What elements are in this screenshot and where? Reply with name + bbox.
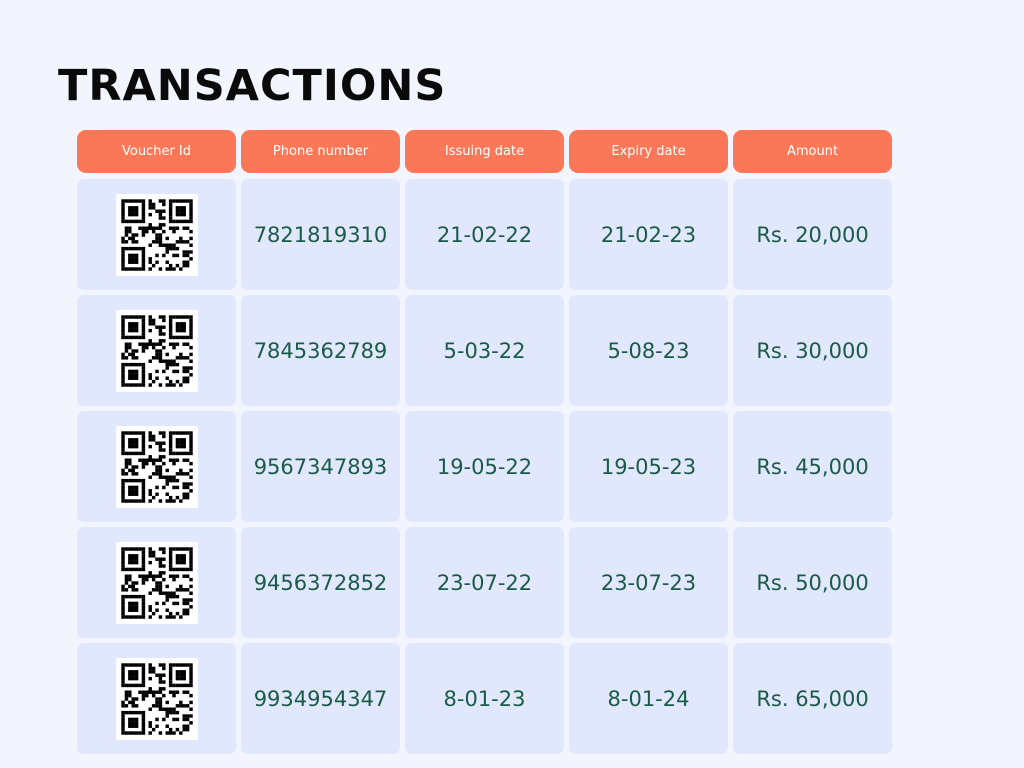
voucher-cell [77,411,236,522]
amount-cell: Rs. 20,000 [733,179,892,290]
header-issuing-date: Issuing date [405,130,564,173]
qr-code-icon[interactable] [115,657,198,740]
issuing-date-cell: 5-03-22 [405,295,564,406]
expiry-date-cell: 21-02-23 [569,179,728,290]
voucher-cell [77,295,236,406]
phone-cell: 7845362789 [241,295,400,406]
table-row: 9567347893 19-05-22 19-05-23 Rs. 45,000 [77,411,893,522]
phone-cell: 7821819310 [241,179,400,290]
qr-code-icon[interactable] [115,309,198,392]
header-phone-number: Phone number [241,130,400,173]
voucher-cell [77,179,236,290]
qr-code-icon[interactable] [115,541,198,624]
table-row: 7821819310 21-02-22 21-02-23 Rs. 20,000 [77,179,893,290]
header-expiry-date: Expiry date [569,130,728,173]
expiry-date-cell: 23-07-23 [569,527,728,638]
header-voucher-id: Voucher Id [77,130,236,173]
issuing-date-cell: 21-02-22 [405,179,564,290]
amount-cell: Rs. 45,000 [733,411,892,522]
phone-cell: 9567347893 [241,411,400,522]
amount-cell: Rs. 50,000 [733,527,892,638]
issuing-date-cell: 8-01-23 [405,643,564,754]
table-row: 9934954347 8-01-23 8-01-24 Rs. 65,000 [77,643,893,754]
issuing-date-cell: 19-05-22 [405,411,564,522]
expiry-date-cell: 8-01-24 [569,643,728,754]
header-amount: Amount [733,130,892,173]
voucher-cell [77,527,236,638]
expiry-date-cell: 19-05-23 [569,411,728,522]
phone-cell: 9934954347 [241,643,400,754]
amount-cell: Rs. 30,000 [733,295,892,406]
amount-cell: Rs. 65,000 [733,643,892,754]
qr-code-icon[interactable] [115,425,198,508]
phone-cell: 9456372852 [241,527,400,638]
issuing-date-cell: 23-07-22 [405,527,564,638]
table-row: 7845362789 5-03-22 5-08-23 Rs. 30,000 [77,295,893,406]
voucher-cell [77,643,236,754]
table-header-row: Voucher Id Phone number Issuing date Exp… [77,130,893,173]
page-title: TRANSACTIONS [58,61,447,111]
expiry-date-cell: 5-08-23 [569,295,728,406]
transactions-table: Voucher Id Phone number Issuing date Exp… [77,130,893,754]
qr-code-icon[interactable] [115,193,198,276]
table-row: 9456372852 23-07-22 23-07-23 Rs. 50,000 [77,527,893,638]
